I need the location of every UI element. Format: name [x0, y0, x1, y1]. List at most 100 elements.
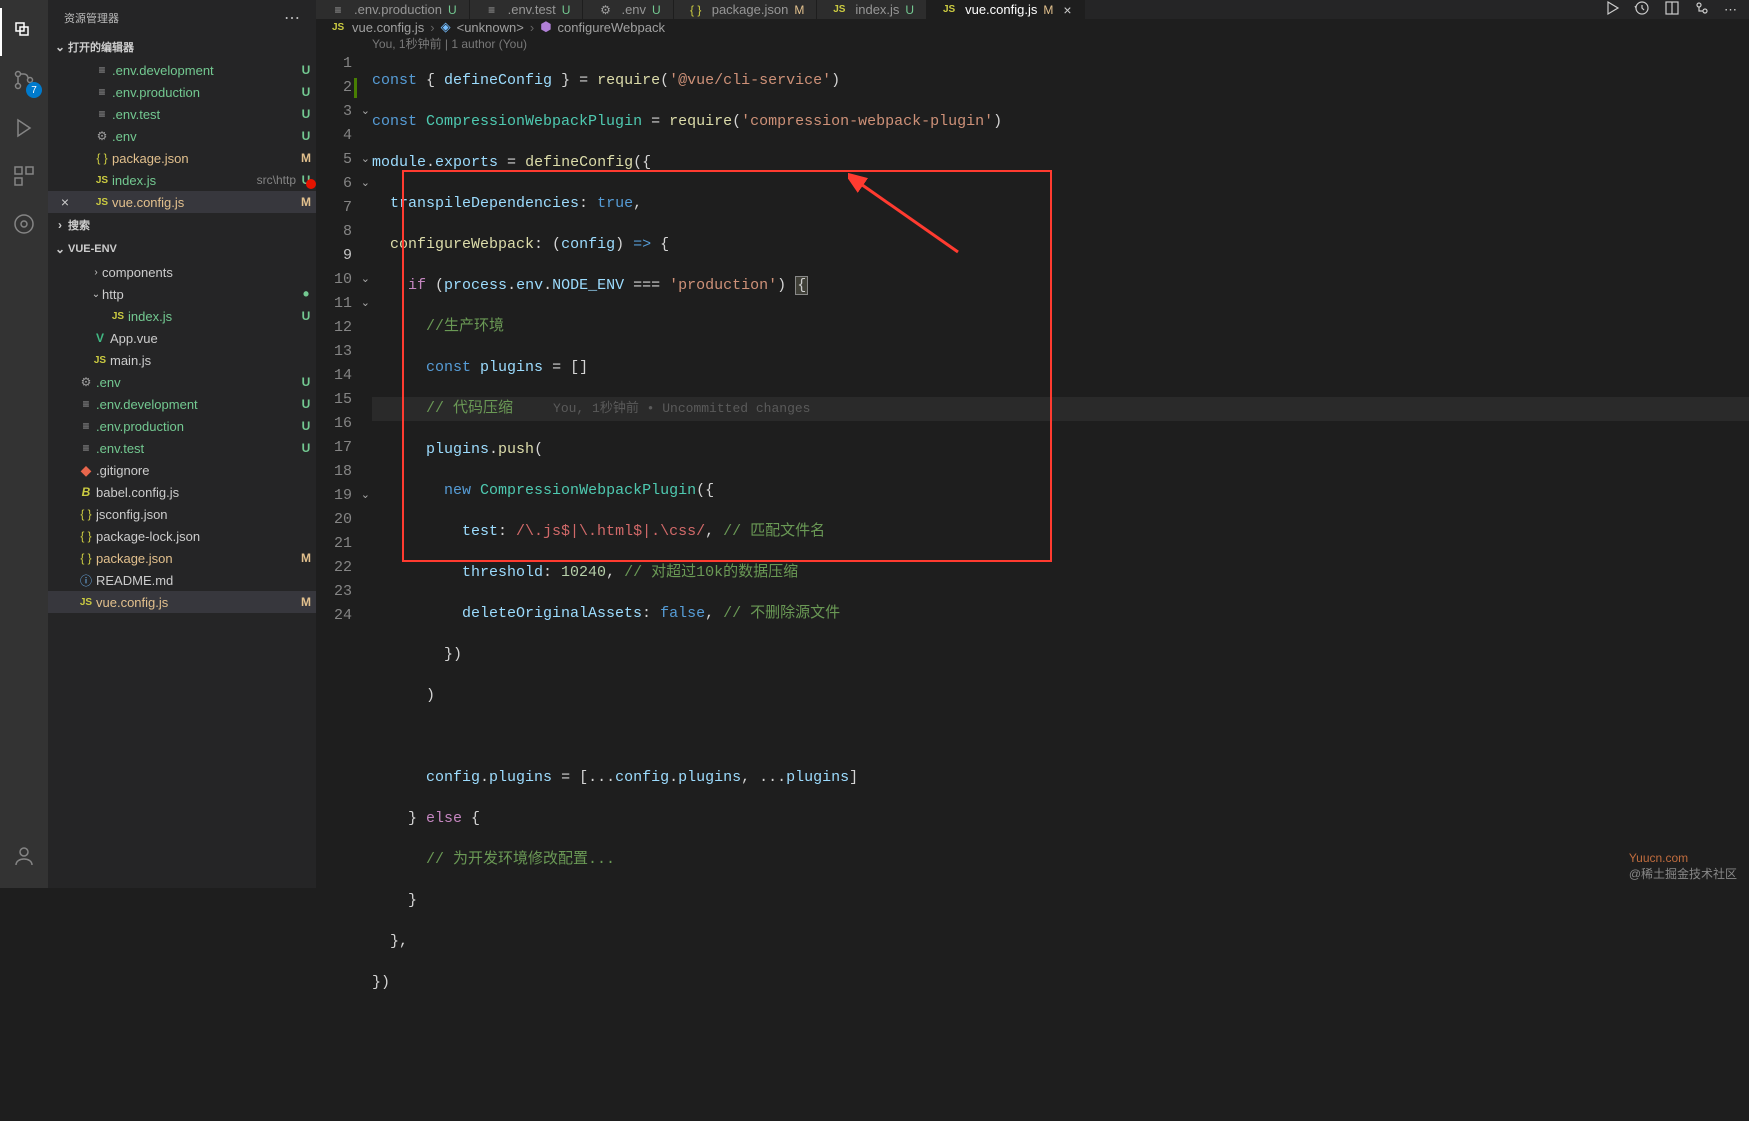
- editor-tab[interactable]: { }package.jsonM: [674, 0, 818, 19]
- open-editor-item[interactable]: ⚙.envU: [48, 125, 316, 147]
- fold-icon[interactable]: ⌄: [361, 292, 370, 316]
- git-status: U: [296, 63, 316, 77]
- editor-tab[interactable]: JSvue.config.jsM×: [927, 0, 1084, 19]
- fold-icon[interactable]: ⌄: [361, 100, 370, 124]
- file-item[interactable]: ◆.gitignore: [48, 459, 316, 481]
- open-editor-item[interactable]: ≡.env.developmentU: [48, 59, 316, 81]
- git-status: M: [296, 551, 316, 565]
- extensions-icon[interactable]: [0, 152, 48, 200]
- file-label: .env.test: [96, 441, 296, 456]
- open-editors-section[interactable]: ⌄ 打开的编辑器: [48, 35, 316, 59]
- env-icon: ≡: [76, 419, 96, 433]
- editor-tab[interactable]: ⚙.envU: [583, 0, 673, 19]
- tab-label: package.json: [712, 2, 789, 17]
- explorer-icon[interactable]: [0, 8, 48, 56]
- env-icon: ≡: [328, 3, 348, 17]
- file-label: .gitignore: [96, 463, 296, 478]
- file-item[interactable]: ⓘREADME.md: [48, 569, 316, 591]
- sidebar-title: 资源管理器 ⋯: [48, 0, 316, 35]
- file-label: main.js: [110, 353, 296, 368]
- gear-icon: ⚙: [92, 129, 112, 143]
- fold-icon[interactable]: ⌄: [361, 172, 370, 196]
- file-item[interactable]: ≡.env.developmentU: [48, 393, 316, 415]
- git-status: U: [296, 107, 316, 121]
- workspace-section[interactable]: ⌄ VUE-ENV: [48, 237, 316, 261]
- scm-badge: 7: [26, 82, 42, 98]
- close-icon[interactable]: ×: [56, 194, 74, 210]
- gear-icon: ⚙: [595, 3, 615, 17]
- open-editor-item[interactable]: ×JSvue.config.jsM: [48, 191, 316, 213]
- run-icon[interactable]: [1604, 0, 1620, 19]
- git-status: M: [296, 151, 316, 165]
- file-label: .env.development: [112, 63, 296, 78]
- file-label: .env.production: [96, 419, 296, 434]
- code-body[interactable]: const { defineConfig } = require('@vue/c…: [372, 52, 1749, 1121]
- source-control-icon[interactable]: 7: [0, 56, 48, 104]
- file-label: package.json: [112, 151, 296, 166]
- file-item[interactable]: { }package-lock.json: [48, 525, 316, 547]
- tab-label: vue.config.js: [965, 2, 1037, 17]
- file-item[interactable]: Bbabel.config.js: [48, 481, 316, 503]
- accounts-icon[interactable]: [0, 832, 48, 880]
- file-label: .env.development: [96, 397, 296, 412]
- breadcrumb-file[interactable]: vue.config.js: [352, 20, 424, 35]
- file-item[interactable]: { }package.jsonM: [48, 547, 316, 569]
- file-item[interactable]: JSvue.config.jsM: [48, 591, 316, 613]
- breakpoint-icon[interactable]: [306, 179, 316, 189]
- json-icon: { }: [76, 529, 96, 543]
- method-icon: ⬢: [540, 19, 551, 35]
- chevron-right-icon: ›: [430, 20, 434, 35]
- git-status: U: [296, 441, 316, 455]
- folder-item[interactable]: ›components: [48, 261, 316, 283]
- search-section[interactable]: › 搜索: [48, 213, 316, 237]
- file-label: vue.config.js: [96, 595, 296, 610]
- json-icon: { }: [76, 507, 96, 521]
- section-label: 搜索: [68, 217, 90, 233]
- git-status: U: [448, 3, 457, 17]
- chevron-down-icon: ⌄: [52, 242, 68, 256]
- run-debug-icon[interactable]: [0, 104, 48, 152]
- file-label: index.js: [128, 309, 296, 324]
- line-gutter: 1 2 3⌄ 4 5⌄ 6⌄ 7 8 9 10⌄ 11⌄ 12 13 14 15…: [316, 52, 372, 1121]
- split-editor-icon[interactable]: [1664, 0, 1680, 19]
- file-item[interactable]: ≡.env.testU: [48, 437, 316, 459]
- env-icon: ≡: [92, 107, 112, 121]
- open-editor-item[interactable]: { }package.jsonM: [48, 147, 316, 169]
- breadcrumb-item[interactable]: configureWebpack: [558, 20, 665, 35]
- file-item[interactable]: JSindex.jsU: [48, 305, 316, 327]
- diff-icon[interactable]: [1694, 0, 1710, 19]
- editor-tab[interactable]: JSindex.jsU: [817, 0, 927, 19]
- more-actions-icon[interactable]: ⋯: [1724, 2, 1737, 18]
- git-status: U: [652, 3, 661, 17]
- tab-actions: ⋯: [1592, 0, 1749, 19]
- code-editor[interactable]: 1 2 3⌄ 4 5⌄ 6⌄ 7 8 9 10⌄ 11⌄ 12 13 14 15…: [316, 52, 1749, 1121]
- file-item[interactable]: VApp.vue: [48, 327, 316, 349]
- close-icon[interactable]: ×: [1063, 2, 1071, 18]
- tab-label: .env.test: [508, 2, 556, 17]
- fold-icon[interactable]: ⌄: [361, 484, 370, 508]
- open-editor-item[interactable]: JSindex.jssrc\httpU: [48, 169, 316, 191]
- editor-tab[interactable]: ≡.env.productionU: [316, 0, 470, 19]
- file-label: vue.config.js: [112, 195, 296, 210]
- file-item[interactable]: ≡.env.productionU: [48, 415, 316, 437]
- editor-tab[interactable]: ≡.env.testU: [470, 0, 584, 19]
- open-editor-item[interactable]: ≡.env.productionU: [48, 81, 316, 103]
- remote-icon[interactable]: [0, 200, 48, 248]
- file-item[interactable]: ⚙.envU: [48, 371, 316, 393]
- open-editor-item[interactable]: ≡.env.testU: [48, 103, 316, 125]
- fold-icon[interactable]: ⌄: [361, 268, 370, 292]
- more-icon[interactable]: ⋯: [284, 8, 300, 28]
- file-item[interactable]: JSmain.js: [48, 349, 316, 371]
- file-item[interactable]: { }jsconfig.json: [48, 503, 316, 525]
- js-icon: JS: [92, 175, 112, 186]
- env-icon: ≡: [76, 441, 96, 455]
- watermark: Yuucn.com @稀土掘金技术社区: [1629, 851, 1737, 882]
- editor-area: ≡.env.productionU≡.env.testU⚙.envU{ }pac…: [316, 0, 1749, 888]
- js-icon: JS: [829, 4, 849, 15]
- chevron-right-icon: ›: [52, 218, 68, 232]
- history-icon[interactable]: [1634, 0, 1650, 19]
- fold-icon[interactable]: ⌄: [361, 148, 370, 172]
- breadcrumb-item[interactable]: <unknown>: [457, 20, 524, 35]
- breadcrumb[interactable]: JS vue.config.js › ◈ <unknown> › ⬢ confi…: [316, 19, 1749, 35]
- folder-item[interactable]: ⌄http•: [48, 283, 316, 305]
